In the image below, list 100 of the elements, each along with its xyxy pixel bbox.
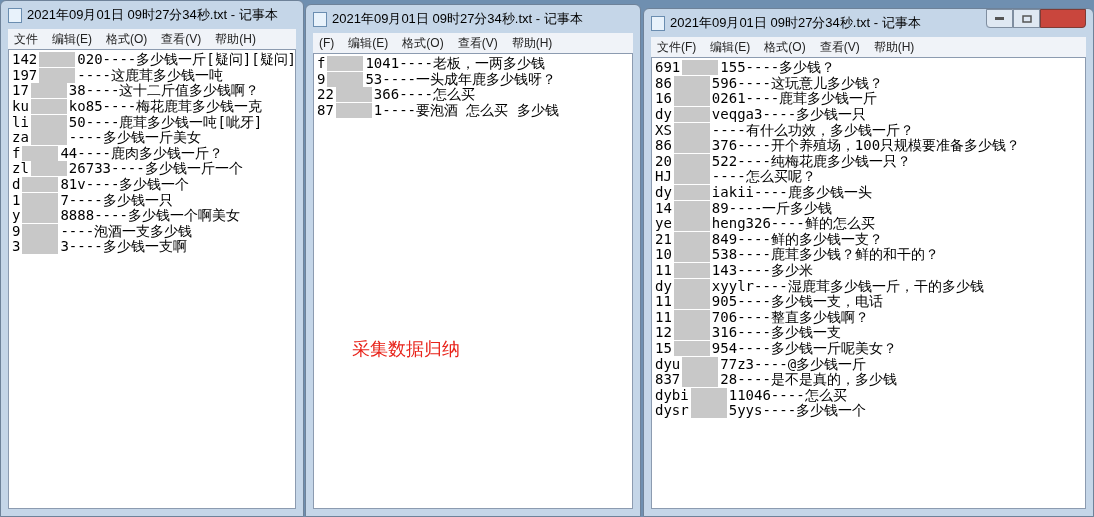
text-line: 81v----多少钱一个 (60, 177, 190, 193)
text-line: 26733----多少钱一斤一个 (68, 161, 243, 177)
notepad-icon (8, 7, 22, 23)
text-line-start: 9 (317, 71, 326, 87)
text-line: 1041----老板，一两多少钱 (365, 56, 545, 72)
menu-item[interactable]: 格式(O) (764, 38, 806, 56)
annotation-text: 采集数据归纳 (352, 338, 460, 361)
blur-mosaic (673, 138, 710, 154)
text-line-start: 20 (655, 153, 672, 169)
blur-mosaic (682, 356, 719, 372)
menu-item[interactable]: 查看(V) (819, 38, 860, 56)
blur-mosaic (673, 75, 710, 91)
text-line: 0261----鹿茸多少钱一斤 (711, 91, 878, 107)
blur-mosaic (673, 122, 710, 138)
blur-mosaic (335, 87, 372, 103)
maximize-icon (1021, 14, 1032, 23)
window-title: 2021年09月01日 09时27分34秒.txt - 记事本 (670, 14, 921, 33)
blur-mosaic (673, 216, 710, 232)
blur-mosaic (673, 185, 710, 201)
blur-mosaic (22, 192, 59, 208)
blur-mosaic (39, 67, 76, 83)
blur-mosaic (335, 103, 372, 119)
blur-mosaic (673, 231, 710, 247)
text-line: xyylr----湿鹿茸多少钱一斤，干的多少钱 (711, 278, 984, 294)
menu-item[interactable]: 查看(V) (457, 34, 498, 52)
text-area[interactable]: f 1041----老板，一两多少钱 9 53----一头成年鹿多少钱呀？ 22 366----怎么买 87 1----要泡酒 怎么买 多少钱 采集数据归纳 (313, 53, 633, 509)
text-line-start: dysr (655, 403, 689, 419)
text-line-start: 11 (655, 294, 672, 310)
menu-item[interactable]: 编辑(E) (710, 38, 751, 56)
menu-item[interactable]: 查看(V) (161, 30, 202, 48)
text-line: 020----多少钱一斤[疑问][疑问] (77, 52, 296, 68)
blur-mosaic (22, 145, 59, 161)
text-line-start: 21 (655, 231, 672, 247)
text-line-start: ku (12, 99, 29, 115)
blur-mosaic (673, 200, 710, 216)
text-line: 316----多少钱一支 (711, 325, 841, 341)
text-area[interactable] (8, 49, 296, 509)
minimize-button[interactable] (986, 9, 1013, 28)
menu-item[interactable]: 编辑(E) (52, 30, 92, 48)
menu-item[interactable]: 帮助(H) (511, 34, 553, 52)
text-line-start: dyu (655, 356, 681, 372)
text-line: 596----这玩意儿多少钱？ (711, 75, 883, 91)
text-line-start: 22 (317, 87, 334, 103)
text-line: 376----开个养殖场，100只规模要准备多少钱？ (711, 138, 1021, 154)
menu-item[interactable]: (F) (319, 34, 335, 52)
blur-mosaic (673, 153, 710, 169)
text-line: 849----鲜的多少钱一支？ (711, 231, 883, 247)
text-line-start: XS (655, 122, 672, 138)
text-line-start: HJ (655, 169, 672, 185)
blur-mosaic (673, 341, 710, 356)
notepad-icon (313, 11, 327, 27)
blur-mosaic (690, 403, 727, 419)
text-line: 905----多少钱一支，电话 (711, 294, 883, 310)
text-line: 77z3----@多少钱一斤 (720, 356, 867, 372)
text-line-start: d (12, 177, 21, 193)
window-title: 2021年09月01日 09时27分34秒.txt - 记事本 (332, 10, 583, 29)
text-line-start: 12 (655, 325, 672, 341)
blur-mosaic (327, 56, 364, 72)
text-line-start: dy (655, 278, 672, 294)
blur-mosaic (39, 52, 76, 68)
text-line-start: zl (12, 161, 29, 177)
blur-mosaic (30, 130, 67, 146)
text-line: 522----纯梅花鹿多少钱一只？ (711, 153, 911, 169)
text-line: ----这鹿茸多少钱一吨 (77, 67, 223, 83)
text-line-start: 10 (655, 247, 672, 263)
menu-item[interactable]: 格式(O) (106, 30, 148, 48)
text-line-start: dybi (655, 387, 689, 403)
text-line-start: 17 (12, 83, 29, 99)
maximize-button[interactable] (1013, 9, 1040, 28)
menu-item[interactable]: 文件(F) (657, 38, 697, 56)
text-line-start: 14 (655, 200, 672, 216)
text-line: ----泡酒一支多少钱 (60, 223, 193, 239)
text-line: 50----鹿茸多少钱一吨[呲牙] (68, 114, 263, 130)
text-line-start: 3 (12, 239, 21, 255)
menu-item[interactable]: 帮助(H) (873, 38, 915, 56)
blur-mosaic (673, 309, 710, 325)
text-line-start: f (317, 56, 326, 72)
text-line-start: 15 (655, 341, 672, 356)
text-line: ----有什么功效，多少钱一斤？ (711, 122, 914, 138)
menu-item[interactable]: 格式(O) (402, 34, 444, 52)
blur-mosaic (22, 239, 59, 255)
blur-mosaic (690, 387, 727, 403)
blur-mosaic (673, 169, 710, 185)
blur-mosaic (673, 247, 710, 263)
text-line: 3----多少钱一支啊 (60, 239, 187, 255)
blur-mosaic (673, 91, 710, 107)
text-line-start: 11 (655, 263, 672, 278)
text-line-start: dy (655, 185, 672, 201)
menu-item[interactable]: 帮助(H) (215, 30, 256, 48)
blur-mosaic (673, 294, 710, 310)
text-line-start: 86 (655, 75, 672, 91)
blur-mosaic (30, 83, 67, 99)
text-line-start: li (12, 114, 29, 130)
menu-item[interactable]: 编辑(E) (348, 34, 389, 52)
menu-item[interactable]: 文件 (14, 30, 38, 48)
blur-mosaic (673, 278, 710, 294)
text-line: 366----怎么买 (373, 87, 475, 103)
blur-mosaic (327, 71, 364, 87)
text-line-start: 87 (317, 103, 334, 119)
text-line: 89----一斤多少钱 (711, 200, 833, 216)
